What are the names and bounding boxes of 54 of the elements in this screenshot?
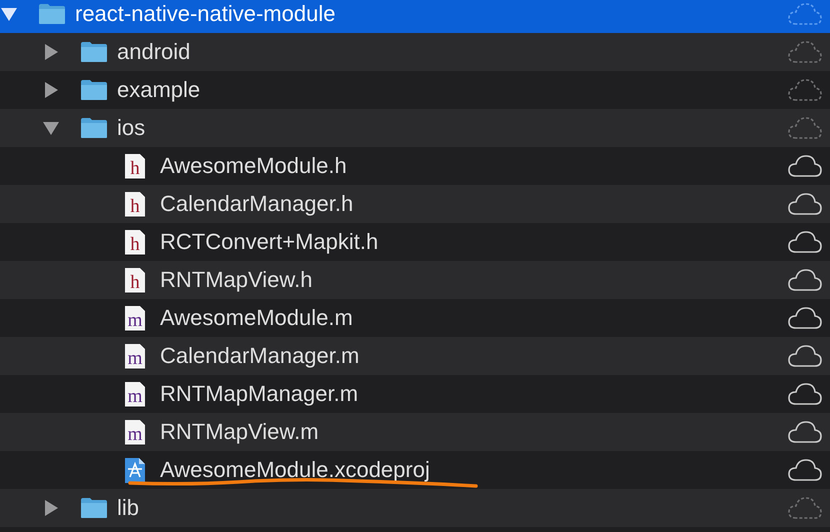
cloud-icon[interactable] xyxy=(788,382,822,406)
source-file-icon: h xyxy=(125,192,145,216)
folder-icon xyxy=(80,497,108,519)
tree-row[interactable]: android xyxy=(0,33,830,71)
cloud-icon[interactable] xyxy=(788,344,822,368)
cloud-icon[interactable] xyxy=(788,154,822,178)
expanded-triangle-icon[interactable] xyxy=(1,6,17,22)
folder-icon xyxy=(80,79,108,101)
source-file-icon: m xyxy=(125,344,145,368)
cloud-icon[interactable] xyxy=(788,306,822,330)
folder-icon xyxy=(38,3,66,25)
tree-row[interactable]: h RNTMapView.h xyxy=(0,261,830,299)
tree-row[interactable]: react-native-native-module xyxy=(0,0,830,33)
file-name: CalendarManager.h xyxy=(160,191,354,217)
tree-row[interactable]: m CalendarManager.m xyxy=(0,337,830,375)
dashed-cloud-icon[interactable] xyxy=(788,116,822,140)
source-file-icon: h xyxy=(125,268,145,292)
cloud-icon[interactable] xyxy=(788,192,822,216)
file-name: CalendarManager.m xyxy=(160,343,360,369)
project-file-icon xyxy=(125,458,145,482)
collapsed-triangle-icon[interactable] xyxy=(43,44,59,60)
file-name: RNTMapManager.m xyxy=(160,381,360,407)
source-file-icon: m xyxy=(125,420,145,444)
folder-icon xyxy=(80,117,108,139)
file-name: ios xyxy=(117,115,146,141)
file-name: RCTConvert+Mapkit.h xyxy=(160,229,380,255)
tree-row[interactable]: ios xyxy=(0,109,830,147)
tree-row[interactable]: m RNTMapView.m xyxy=(0,413,830,451)
file-name: android xyxy=(117,39,192,65)
source-file-icon: h xyxy=(125,230,145,254)
file-name: example xyxy=(117,77,202,103)
source-file-icon: m xyxy=(125,306,145,330)
file-name: react-native-native-module xyxy=(75,1,336,27)
file-name: RNTMapView.m xyxy=(160,419,320,445)
dashed-cloud-icon[interactable] xyxy=(788,78,822,102)
cloud-icon[interactable] xyxy=(788,458,822,482)
dashed-cloud-icon[interactable] xyxy=(788,40,822,64)
expanded-triangle-icon[interactable] xyxy=(43,120,59,136)
cloud-icon[interactable] xyxy=(788,230,822,254)
tree-row[interactable]: h CalendarManager.h xyxy=(0,185,830,223)
tree-row[interactable]: lib xyxy=(0,489,830,527)
dashed-cloud-icon[interactable] xyxy=(788,496,822,520)
folder-icon xyxy=(80,41,108,63)
source-file-icon: m xyxy=(125,382,145,406)
file-name: AwesomeModule.h xyxy=(160,153,348,179)
file-name: AwesomeModule.xcodeproj xyxy=(160,457,431,483)
file-name: RNTMapView.h xyxy=(160,267,314,293)
collapsed-triangle-icon[interactable] xyxy=(43,82,59,98)
cloud-icon[interactable] xyxy=(788,268,822,292)
cloud-icon[interactable] xyxy=(788,420,822,444)
file-name: lib xyxy=(117,495,140,521)
source-file-icon: h xyxy=(125,154,145,178)
file-name: AwesomeModule.m xyxy=(160,305,354,331)
collapsed-triangle-icon[interactable] xyxy=(43,500,59,516)
